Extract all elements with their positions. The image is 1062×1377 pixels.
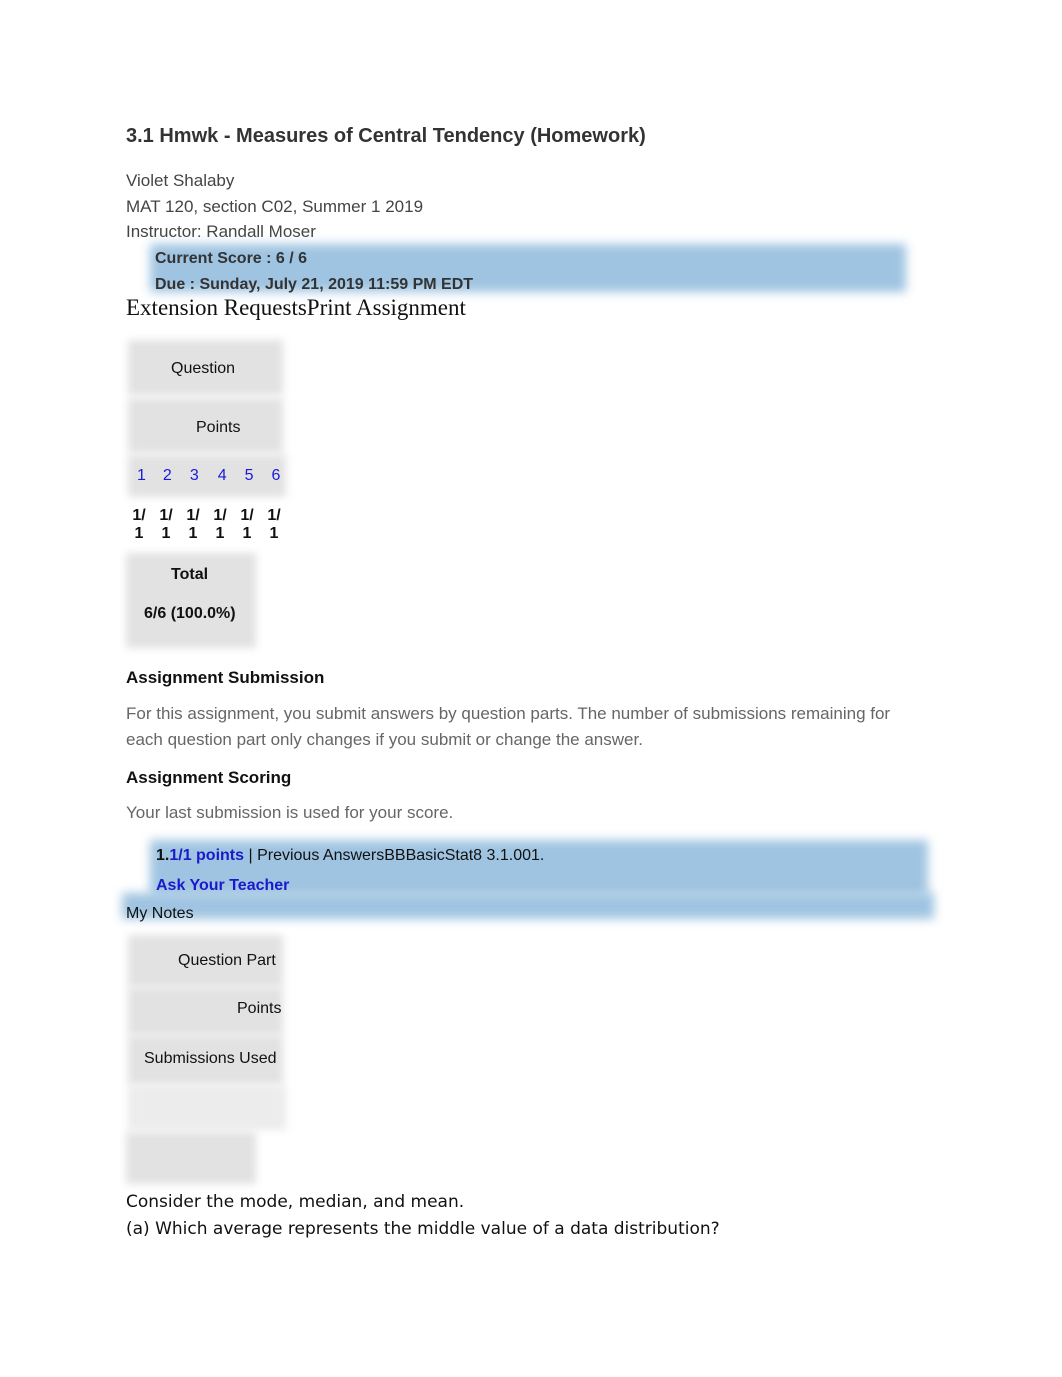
- question-points-5: 1/1: [240, 507, 254, 542]
- my-notes-link[interactable]: My Notes: [126, 905, 194, 923]
- ask-your-teacher-link[interactable]: Ask Your Teacher: [156, 877, 289, 895]
- part-extra-cell: [126, 1132, 256, 1184]
- scoring-text: Your last submission is used for your sc…: [126, 803, 454, 822]
- total-value: 6/6 (100.0%): [144, 605, 236, 622]
- previous-answers-link[interactable]: Previous Answers: [257, 847, 384, 864]
- student-name: Violet Shalaby: [126, 171, 235, 190]
- page-title: 3.1 Hmwk - Measures of Central Tendency …: [126, 125, 646, 147]
- question-link-2[interactable]: 2: [163, 467, 172, 485]
- question-part-header: Question Part: [178, 952, 276, 969]
- question-1-header: 1.1/1 points | Previous AnswersBBBasicSt…: [156, 847, 544, 865]
- instructor-info: Instructor: Randall Moser: [126, 222, 316, 241]
- question-prompt: Consider the mode, median, and mean.: [126, 1192, 465, 1212]
- question-points-row: 1/1 1/1 1/1 1/1 1/1 1/1: [130, 507, 283, 543]
- question-code: BBBasicStat8 3.1.001.: [384, 847, 545, 864]
- part-values-row: [128, 1085, 286, 1130]
- separator: |: [244, 847, 258, 864]
- my-notes-band: [122, 893, 934, 919]
- extension-requests-link[interactable]: Extension Requests: [126, 295, 307, 320]
- question-link-4[interactable]: 4: [218, 467, 227, 485]
- submission-text: For this assignment, you submit answers …: [126, 704, 891, 749]
- question-link-3[interactable]: 3: [190, 467, 199, 485]
- question-header: Question: [171, 360, 236, 377]
- question-link-6[interactable]: 6: [272, 467, 281, 485]
- question-points-1: 1/1: [132, 507, 146, 542]
- submission-heading: Assignment Submission: [126, 668, 325, 687]
- question-points-3: 1/1: [186, 507, 200, 542]
- current-score: Current Score : 6 / 6: [155, 250, 308, 267]
- course-info: MAT 120, section C02, Summer 1 2019: [126, 197, 424, 216]
- question-points-4: 1/1: [213, 507, 227, 542]
- due-date: Due : Sunday, July 21, 2019 11:59 PM EDT: [155, 276, 474, 293]
- submissions-used-header: Submissions Used: [144, 1050, 277, 1067]
- question-part-a: (a) Which average represents the middle …: [126, 1219, 720, 1239]
- points-header: Points: [196, 419, 241, 436]
- question-points-link[interactable]: 1/1 points: [169, 847, 244, 864]
- total-label: Total: [171, 566, 209, 583]
- scoring-heading: Assignment Scoring: [126, 768, 292, 787]
- part-points-header: Points: [237, 1000, 282, 1017]
- question-points-6: 1/1: [267, 507, 281, 542]
- question-number: 1.: [156, 847, 170, 864]
- question-link-1[interactable]: 1: [137, 467, 146, 485]
- question-links: 1 2 3 4 5 6: [137, 467, 280, 485]
- print-assignment-link[interactable]: Print Assignment: [307, 295, 466, 320]
- question-link-5[interactable]: 5: [245, 467, 254, 485]
- assignment-actions: Extension RequestsPrint Assignment: [126, 295, 466, 321]
- question-points-2: 1/1: [159, 507, 173, 542]
